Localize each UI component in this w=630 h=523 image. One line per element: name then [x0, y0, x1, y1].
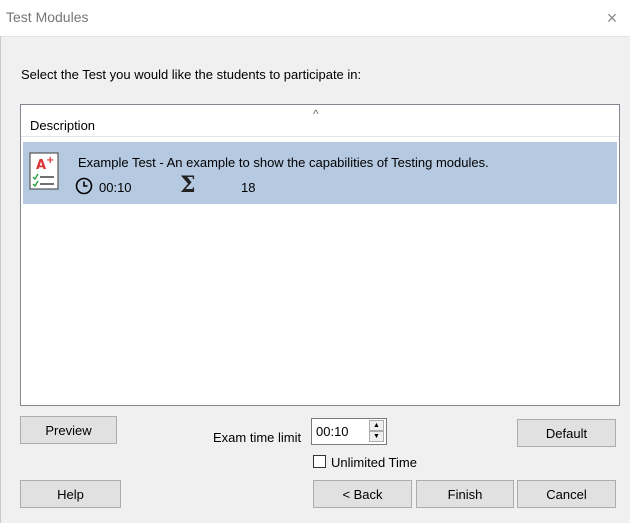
window-title: Test Modules [6, 9, 89, 25]
sort-ascending-icon: ^ [313, 107, 319, 121]
test-grade-icon: A + [29, 152, 59, 190]
unlimited-time-checkbox[interactable] [313, 455, 326, 468]
close-button[interactable]: × [594, 0, 630, 36]
svg-text:A: A [36, 158, 46, 173]
preview-button[interactable]: Preview [20, 416, 117, 444]
instruction-text: Select the Test you would like the stude… [21, 67, 362, 82]
test-duration: 00:10 [99, 180, 132, 195]
spin-down-icon[interactable]: ▼ [369, 431, 384, 442]
help-button[interactable]: Help [20, 480, 121, 508]
title-bar: Test Modules × [0, 0, 630, 37]
question-count: 18 [241, 180, 256, 195]
spin-up-icon[interactable]: ▲ [369, 420, 384, 431]
unlimited-time-label[interactable]: Unlimited Time [331, 455, 417, 470]
svg-text:+: + [46, 155, 54, 166]
test-title: Example Test - An example to show the ca… [78, 155, 489, 170]
default-button[interactable]: Default [517, 419, 616, 447]
window-border [0, 36, 1, 523]
column-title: Description [30, 118, 96, 133]
back-button[interactable]: < Back [313, 480, 412, 508]
finish-button[interactable]: Finish [416, 480, 514, 508]
sigma-icon: Σ [180, 172, 196, 198]
column-header-description[interactable]: Description ^ [21, 105, 619, 137]
clock-icon [75, 177, 93, 195]
test-list[interactable]: Description ^ A + Example Test - An exam… [20, 104, 620, 406]
exam-time-value[interactable]: 00:10 [316, 424, 349, 439]
exam-time-stepper[interactable]: 00:10 ▲ ▼ [311, 418, 387, 445]
list-item[interactable]: A + Example Test - An example to show th… [23, 142, 617, 204]
exam-time-label: Exam time limit [213, 430, 302, 445]
cancel-button[interactable]: Cancel [517, 480, 616, 508]
